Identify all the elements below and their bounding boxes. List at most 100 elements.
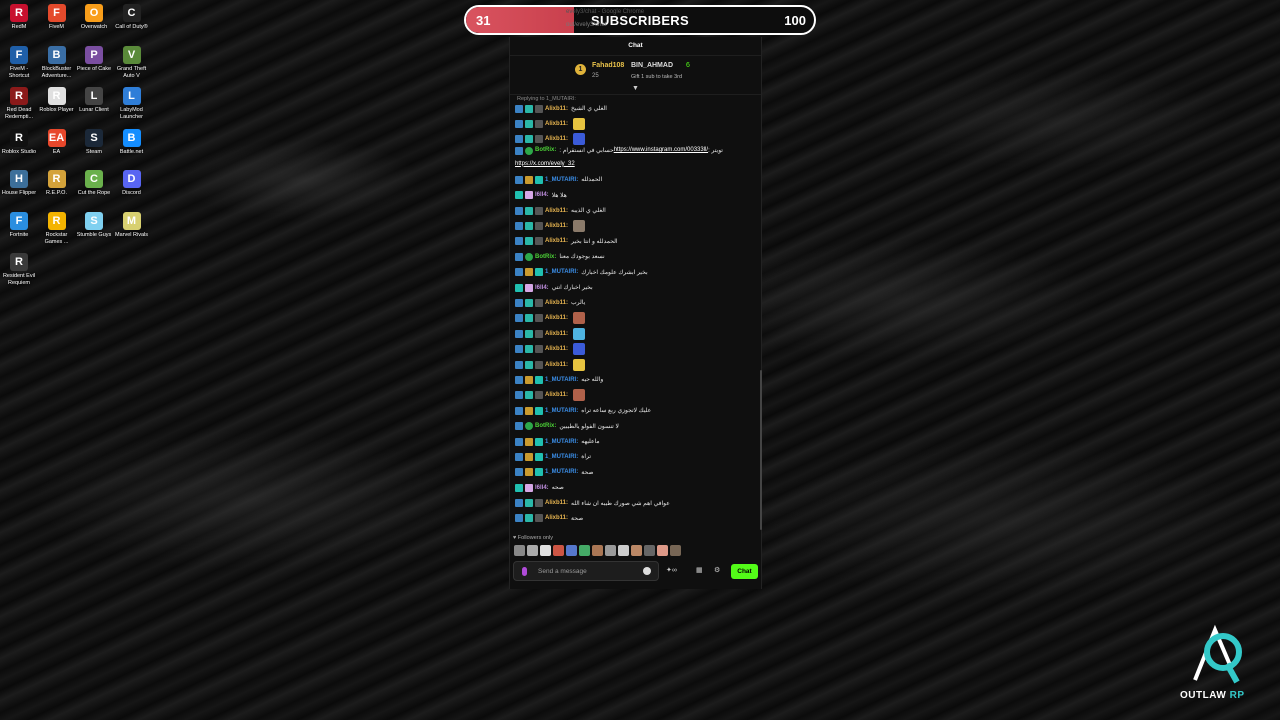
chat-username[interactable]: 1_MUTAIRI: [545, 439, 578, 445]
collapse-icon[interactable]: ▼ [632, 85, 639, 92]
desktop-icon-label: Grand Theft Auto V [116, 65, 147, 79]
desktop-icon-label: Roblox Player [39, 107, 74, 113]
chat-badge-icon [525, 345, 533, 354]
chat-username[interactable]: 1_MUTAIRI: [545, 177, 578, 183]
desktop-icon[interactable]: S Stumble Guys [75, 208, 113, 239]
desktop-icon[interactable]: R Roblox Studio [0, 125, 38, 156]
message-input[interactable]: Send a message [513, 561, 659, 581]
chat-badge-icon [515, 375, 523, 384]
chat-badge-icon [515, 191, 523, 200]
emoji-icon[interactable] [643, 567, 651, 575]
chat-badge-icon [535, 391, 543, 400]
quick-emote-icon[interactable] [553, 545, 564, 556]
chat-username[interactable]: 1_MUTAIRI: [545, 269, 578, 275]
quick-emote-icon[interactable] [618, 545, 629, 556]
chat-username[interactable]: Alixb11: [545, 515, 568, 521]
desktop-icon[interactable]: B Battle.net [113, 125, 151, 156]
chat-username[interactable]: Alixb11: [545, 500, 568, 506]
chat-username[interactable]: l6ll4: [535, 285, 549, 291]
quick-emote-icon[interactable] [592, 545, 603, 556]
desktop-icon[interactable]: S Steam [75, 125, 113, 156]
chat-username[interactable]: Alixb11: [545, 238, 568, 244]
chat-username[interactable]: Alixb11: [545, 121, 568, 127]
quick-emote-icon[interactable] [670, 545, 681, 556]
chat-message: 1_MUTAIRI: بخير ابشرك علومك اخبارك [515, 265, 755, 280]
chat-username[interactable]: Alixb11: [545, 223, 568, 229]
chat-badge-icon [515, 104, 523, 113]
desktop-icon[interactable]: D Discord [113, 166, 151, 197]
quick-emote-icon[interactable] [514, 545, 525, 556]
send-chat-button[interactable]: Chat [731, 564, 758, 579]
chat-username[interactable]: BotRix: [535, 147, 556, 153]
quick-emote-icon[interactable] [631, 545, 642, 556]
chat-scrollbar[interactable] [760, 370, 762, 530]
desktop-icon[interactable]: M Marvel Rivals [113, 208, 151, 239]
desktop-icon[interactable]: C Cut the Rope [75, 166, 113, 197]
chat-username[interactable]: Alixb11: [545, 315, 568, 321]
chat-username[interactable]: Alixb11: [545, 106, 568, 112]
desktop-icon[interactable]: R R.E.P.O. [38, 166, 76, 197]
quick-emote-icon[interactable] [566, 545, 577, 556]
desktop-icon[interactable]: F Fortnite [0, 208, 38, 239]
kick-icon[interactable]: ✦∞ [666, 566, 677, 574]
desktop-icon[interactable]: R Roblox Player [38, 83, 76, 114]
chat-badge-icon [535, 206, 543, 215]
chat-message: 1_MUTAIRI: عليك لاتجوزي ربع ساعه تراه [515, 403, 755, 418]
app-icon: H [10, 170, 28, 188]
chat-text: لا تنسون الفولو يالطيبين [559, 423, 619, 430]
desktop-icon[interactable]: B BlockBuster Adventure... [38, 42, 76, 80]
quick-emote-icon[interactable] [540, 545, 551, 556]
desktop-icon[interactable]: R RedM [0, 0, 38, 31]
chat-username[interactable]: Alixb11: [545, 362, 568, 368]
app-icon: C [85, 170, 103, 188]
chat-badge-icon [535, 237, 543, 246]
chat-username[interactable]: 1_MUTAIRI: [545, 408, 578, 414]
desktop-icon[interactable]: F FiveM [38, 0, 76, 31]
chat-badge-icon [515, 252, 523, 261]
desktop-icon[interactable]: L LabyMod Launcher [113, 83, 151, 121]
app-icon: C [122, 4, 141, 22]
quick-emote-icon[interactable] [644, 545, 655, 556]
chat-username[interactable]: Alixb11: [545, 300, 568, 306]
chat-username[interactable]: l6ll4: [535, 485, 549, 491]
desktop-icon[interactable]: EA EA [38, 125, 76, 156]
chat-username[interactable]: Alixb11: [545, 136, 568, 142]
chat-username[interactable]: Alixb11: [545, 392, 568, 398]
quick-emote-icon[interactable] [657, 545, 668, 556]
chat-username[interactable]: BotRix: [535, 423, 556, 429]
gear-icon[interactable]: ⚙ [714, 566, 720, 574]
desktop-icon[interactable]: R Resident Evil Requiem [0, 249, 38, 287]
chat-username[interactable]: 1_MUTAIRI: [545, 454, 578, 460]
desktop-icon[interactable]: O Overwatch [75, 0, 113, 31]
verified-icon [525, 147, 533, 156]
chat-badge-icon [515, 268, 523, 277]
desktop-icon[interactable]: C Call of Duty® [113, 0, 151, 31]
desktop-icon[interactable]: R Rockstar Games ... [38, 208, 76, 246]
x-link[interactable]: https://x.com/evely_32 [515, 161, 575, 167]
chat-username[interactable]: BotRix: [535, 254, 556, 260]
chat-text: بخير ابشرك علومك اخبارك [581, 269, 648, 276]
instagram-link[interactable]: https://www.instagram.com/00333ll/ [614, 147, 708, 153]
microphone-icon[interactable] [522, 567, 527, 576]
chat-username[interactable]: l6ll4: [535, 192, 549, 198]
desktop-icon[interactable]: R Red Dead Redempti... [0, 83, 38, 121]
chat-text: الغلي ي الشيخ [571, 106, 607, 113]
quick-emote-icon[interactable] [605, 545, 616, 556]
desktop-icon[interactable]: F FiveM - Shortcut [0, 42, 38, 80]
chat-username[interactable]: Alixb11: [545, 346, 568, 352]
chat-badge-icon [535, 452, 543, 461]
chat-message: Alixb11: [515, 218, 755, 233]
quick-emote-icon[interactable] [527, 545, 538, 556]
chat-username[interactable]: Alixb11: [545, 331, 568, 337]
chat-username[interactable]: 1_MUTAIRI: [545, 377, 578, 383]
desktop-icon[interactable]: L Lunar Client [75, 83, 113, 114]
chat-username[interactable]: 1_MUTAIRI: [545, 469, 578, 475]
chat-badge-icon [535, 499, 543, 508]
chat-username[interactable]: Alixb11: [545, 208, 568, 214]
desktop-icon[interactable]: H House Flipper [0, 166, 38, 197]
store-icon[interactable]: ▦ [696, 566, 703, 574]
desktop-icon[interactable]: P Piece of Cake [75, 42, 113, 73]
desktop-icon[interactable]: V Grand Theft Auto V [113, 42, 151, 80]
quick-emote-icon[interactable] [579, 545, 590, 556]
emote-icon [573, 327, 586, 340]
